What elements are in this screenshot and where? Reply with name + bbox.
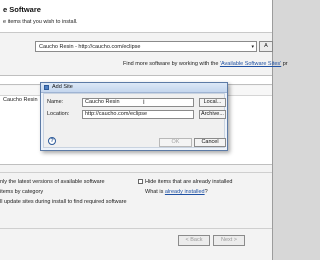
chevron-down-icon[interactable]: ▾	[251, 43, 254, 51]
what-is-installed-text: What is already installed?	[145, 189, 208, 195]
cancel-button[interactable]: Cancel	[194, 138, 226, 147]
available-software-sites-link[interactable]: 'Available Software Sites'	[220, 61, 281, 67]
find-more-prefix: Find more software by working with the	[123, 61, 220, 67]
hide-installed-label: Hide items that are already installed	[145, 179, 233, 185]
dialog-body: Name: Caucho Resin I Local... Location: …	[43, 93, 226, 148]
wizard-header: e Software e items that you wish to inst…	[0, 0, 272, 33]
wizard-title: e Software	[3, 5, 41, 14]
location-field-value: http://caucho.com/eclipse	[85, 111, 148, 117]
list-item[interactable]: Caucho Resin	[3, 97, 38, 103]
back-button[interactable]: < Back	[178, 235, 210, 246]
location-label: Location:	[47, 111, 70, 117]
already-installed-link[interactable]: already installed	[165, 189, 205, 195]
local-button[interactable]: Local...	[199, 98, 226, 107]
wizard-subtitle: e items that you wish to install.	[3, 19, 78, 25]
name-field-value: Caucho Resin	[85, 99, 120, 105]
archive-button[interactable]: Archive...	[199, 110, 226, 119]
add-site-button[interactable]: A	[259, 41, 273, 52]
add-site-dialog: Add Site Name: Caucho Resin I Local... L…	[40, 82, 228, 151]
show-latest-versions-option[interactable]: nly the latest versions of available sof…	[0, 179, 105, 185]
what-is-prefix: What is	[145, 189, 165, 195]
find-more-text: Find more software by working with the '…	[123, 61, 288, 67]
name-field[interactable]: Caucho Resin I	[82, 98, 194, 107]
contact-update-sites-option[interactable]: ll update sites during install to find r…	[0, 199, 127, 205]
what-is-suffix: ?	[204, 189, 208, 195]
help-icon[interactable]: ?	[48, 137, 56, 145]
location-field[interactable]: http://caucho.com/eclipse	[82, 110, 194, 119]
dialog-title: Add Site	[52, 84, 73, 90]
find-more-suffix: pr	[281, 61, 288, 67]
details-divider	[0, 172, 272, 173]
contact-update-sites-label: ll update sites during install to find r…	[0, 199, 127, 205]
hide-installed-option[interactable]: Hide items that are already installed	[138, 179, 232, 185]
dialog-titlebar[interactable]: Add Site	[41, 83, 227, 93]
hide-installed-checkbox[interactable]	[138, 179, 143, 185]
next-button[interactable]: Next >	[213, 235, 245, 246]
ok-button[interactable]: OK	[159, 138, 192, 147]
work-with-value: Caucho Resin - http://caucho.com/eclipse	[39, 44, 141, 50]
show-latest-versions-label: nly the latest versions of available sof…	[0, 179, 105, 185]
group-by-category-label: items by category	[0, 189, 44, 195]
eclipse-icon	[44, 85, 49, 90]
name-label: Name:	[47, 99, 64, 105]
button-bar-divider	[0, 228, 272, 229]
group-by-category-option[interactable]: items by category	[0, 189, 43, 195]
text-cursor-icon: I	[143, 100, 145, 106]
work-with-combo[interactable]: Caucho Resin - http://caucho.com/eclipse…	[35, 41, 257, 52]
